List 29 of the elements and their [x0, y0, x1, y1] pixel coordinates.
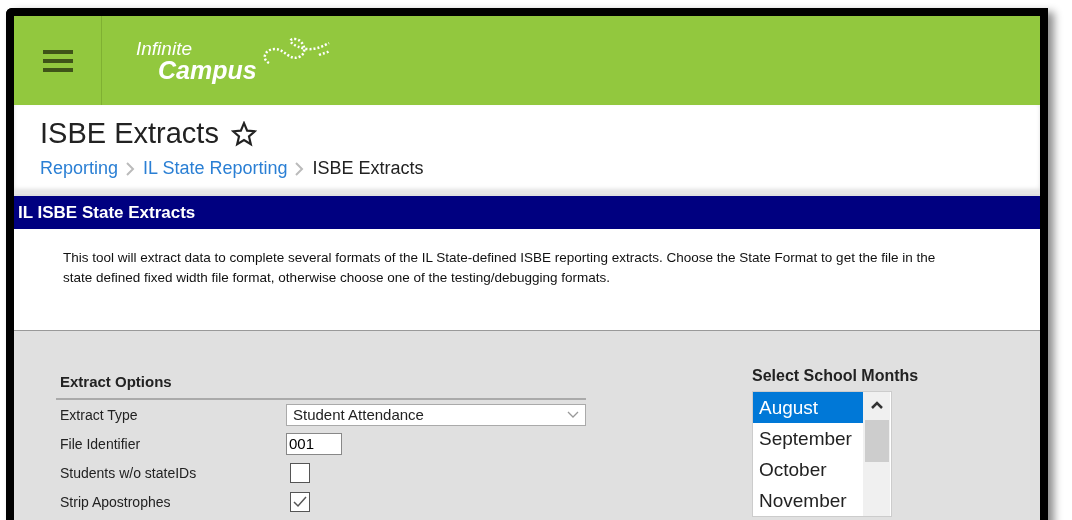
description-text: This tool will extract data to complete several formats of the IL State-defined ISBE reporting extracts. Choose the State Format to get the file in the state defined fixed width file format, otherwise choose one of the testing/debugging formats. — [63, 250, 936, 285]
field-label: Strip Apostrophes — [60, 493, 172, 510]
month-option[interactable]: September — [753, 423, 863, 454]
star-icon[interactable] — [230, 120, 257, 147]
scrollbar-thumb[interactable] — [864, 420, 889, 462]
breadcrumb-current: ISBE Extracts — [312, 158, 424, 179]
scroll-up-icon[interactable] — [870, 400, 883, 410]
logo-text: Campus — [158, 57, 257, 83]
chevron-down-icon — [567, 410, 579, 419]
panel-title-bar: IL ISBE State Extracts — [14, 196, 1040, 229]
field-label: File Identifier — [60, 435, 142, 452]
chevron-icon — [126, 161, 136, 176]
month-option[interactable]: November — [753, 485, 863, 516]
month-option[interactable]: October — [753, 454, 863, 485]
section-heading: Select School Months — [752, 367, 919, 385]
field-label: Extract Type — [60, 406, 139, 423]
extract-type-dropdown[interactable]: Student Attendance — [286, 403, 586, 426]
section-heading: Extract Options — [56, 373, 586, 400]
checkbox[interactable] — [290, 491, 310, 512]
chevron-icon — [295, 161, 305, 176]
logo-text: Infinite — [136, 38, 193, 58]
page-title: ISBE Extracts — [40, 117, 219, 150]
month-option[interactable]: August — [753, 392, 863, 423]
menu-icon — [42, 48, 73, 73]
breadcrumb-link[interactable]: Reporting — [40, 158, 119, 179]
checkbox[interactable] — [290, 462, 310, 483]
breadcrumb-link[interactable]: IL State Reporting — [143, 158, 288, 179]
field-label: Students w/o stateIDs — [60, 464, 198, 481]
input-field[interactable]: 001 — [286, 432, 342, 455]
